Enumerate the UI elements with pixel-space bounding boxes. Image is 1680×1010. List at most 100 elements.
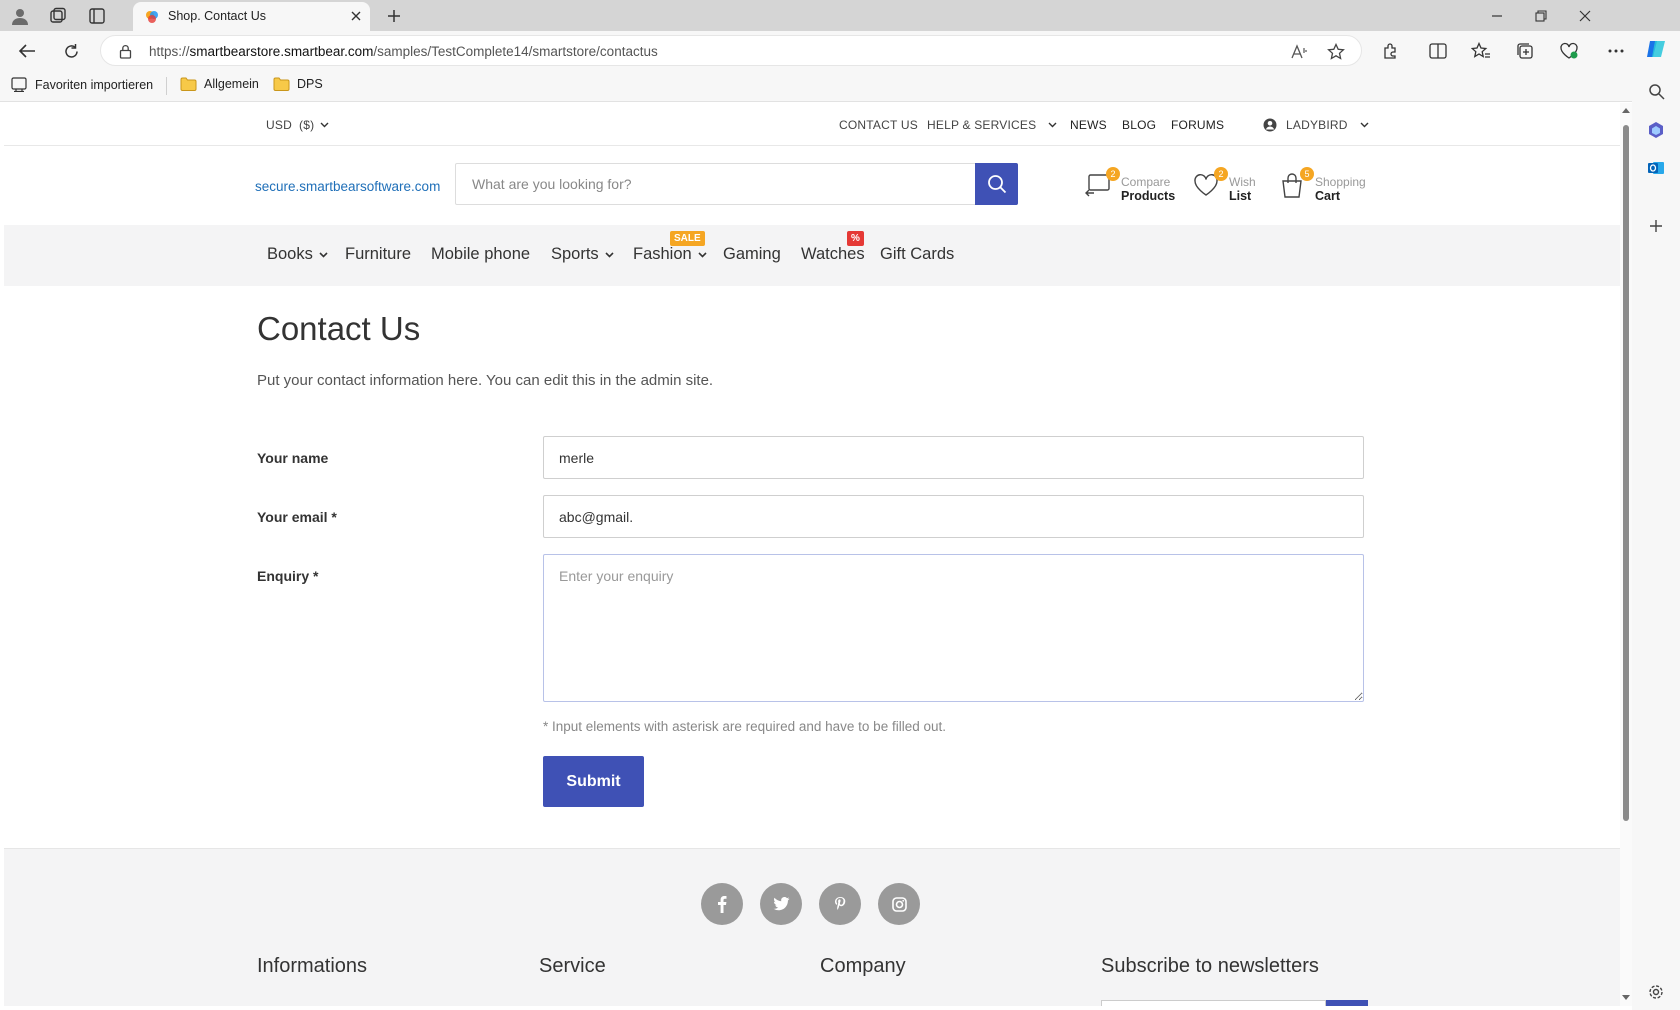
newsletter-subscribe-button[interactable]: [1326, 1000, 1368, 1006]
extensions-icon[interactable]: [1379, 39, 1403, 63]
pinterest-link[interactable]: [819, 883, 861, 925]
blog-label: BLOG: [1122, 118, 1157, 132]
page-title: Contact Us: [257, 310, 421, 347]
enquiry-field[interactable]: [543, 554, 1364, 702]
site-logo[interactable]: secure.smartbearsoftware.com: [255, 179, 440, 194]
email-field[interactable]: [543, 495, 1364, 538]
url-text[interactable]: https://smartbearstore.smartbear.com/sam…: [149, 44, 658, 59]
forums-link[interactable]: FORUMS: [1171, 118, 1224, 132]
scroll-up-icon[interactable]: [1622, 107, 1630, 113]
bookmark-folder-allgemein[interactable]: Allgemein: [180, 77, 259, 91]
news-label: NEWS: [1070, 118, 1107, 132]
wishlist-count-badge: 2: [1214, 167, 1228, 181]
favorites-icon[interactable]: [1469, 39, 1493, 63]
contact-section: Contact Us Put your contact information …: [4, 286, 1620, 849]
browser-essentials-icon[interactable]: [1557, 39, 1581, 63]
favorite-star-icon[interactable]: [1326, 42, 1346, 62]
forums-label: FORUMS: [1171, 118, 1225, 132]
category-watches[interactable]: Watches: [801, 245, 865, 264]
close-window-icon[interactable]: [1573, 4, 1597, 28]
search-input[interactable]: [456, 164, 975, 204]
add-sidebar-app-icon[interactable]: [1644, 214, 1668, 238]
category-nav: Books Furniture Mobile phone Sports SALE…: [4, 225, 1620, 286]
help-services-label: HELP & SERVICES: [927, 118, 1037, 132]
copilot-icon[interactable]: [1644, 37, 1668, 61]
contact-us-link[interactable]: CONTACT US: [839, 118, 918, 132]
scrollbar-thumb[interactable]: [1623, 125, 1629, 821]
split-screen-icon[interactable]: [1426, 39, 1450, 63]
workspaces-icon[interactable]: [47, 5, 69, 27]
cart-label-bottom: Cart: [1315, 189, 1341, 203]
category-gaming[interactable]: Gaming: [723, 245, 781, 264]
category-label: Gaming: [723, 245, 781, 263]
bookmark-folder-dps[interactable]: DPS: [273, 77, 323, 91]
submit-button[interactable]: Submit: [543, 756, 644, 807]
blog-link[interactable]: BLOG: [1122, 118, 1156, 132]
profile-icon[interactable]: [9, 5, 31, 27]
category-label: Mobile phone: [431, 245, 531, 263]
chevron-down-icon: [605, 251, 614, 258]
read-aloud-icon[interactable]: [1289, 42, 1309, 62]
scroll-down-icon[interactable]: [1622, 995, 1630, 1001]
account-menu[interactable]: LADYBIRD: [1263, 118, 1369, 132]
minimize-icon[interactable]: [1485, 4, 1509, 28]
active-tab[interactable]: Shop. Contact Us: [133, 2, 370, 31]
tab-actions-icon[interactable]: [86, 5, 108, 27]
smartstore-favicon: [145, 10, 159, 24]
category-mobile-phone[interactable]: Mobile phone: [431, 245, 530, 264]
lock-icon[interactable]: [119, 44, 132, 59]
bookmark-import-favorites[interactable]: Favoriten importieren: [11, 77, 153, 92]
category-fashion[interactable]: Fashion: [633, 245, 707, 264]
edge-sidebar: [1632, 31, 1680, 1010]
close-tab-icon[interactable]: [348, 8, 364, 24]
category-furniture[interactable]: Furniture: [345, 245, 411, 264]
shopping-cart-button[interactable]: 5 Shopping Cart: [1279, 167, 1374, 203]
discount-badge: %: [847, 231, 864, 246]
facebook-link[interactable]: [701, 883, 743, 925]
category-books[interactable]: Books: [267, 245, 328, 264]
outlook-icon[interactable]: [1644, 156, 1668, 180]
page-scrollbar[interactable]: [1620, 103, 1632, 1006]
category-gift-cards[interactable]: Gift Cards: [880, 245, 954, 264]
back-arrow-icon[interactable]: [15, 39, 39, 63]
facebook-icon: [718, 896, 727, 913]
restore-icon[interactable]: [1529, 4, 1553, 28]
bookmark-label: Favoriten importieren: [35, 77, 154, 92]
compare-label-bottom: Products: [1121, 189, 1176, 203]
category-label: Watches: [801, 245, 865, 263]
more-options-icon[interactable]: [1604, 39, 1628, 63]
newsletter-email-input[interactable]: [1101, 1000, 1326, 1006]
category-label: Books: [267, 245, 313, 263]
pinterest-icon: [835, 897, 846, 910]
name-label: Your name: [257, 450, 329, 466]
news-link[interactable]: NEWS: [1070, 118, 1107, 132]
bookmarks-bar: Favoriten importieren Allgemein DPS: [0, 69, 1632, 102]
wishlist-button[interactable]: 2 Wish List: [1193, 167, 1259, 203]
category-sports[interactable]: Sports: [551, 245, 614, 264]
bookmark-label: DPS: [297, 77, 323, 91]
currency-selector[interactable]: USD ($): [266, 118, 329, 132]
bookmark-separator: [166, 77, 167, 95]
address-bar[interactable]: https://smartbearstore.smartbear.com/sam…: [100, 35, 1362, 66]
refresh-icon[interactable]: [59, 39, 83, 63]
twitter-link[interactable]: [760, 883, 802, 925]
wishlist-label-bottom: List: [1229, 189, 1252, 203]
chevron-down-icon: [320, 122, 329, 128]
compare-products-button[interactable]: 2 Compare Products: [1085, 167, 1175, 203]
cart-count-badge: 5: [1300, 167, 1314, 181]
sidebar-search-icon[interactable]: [1644, 79, 1668, 103]
name-field[interactable]: [543, 436, 1364, 479]
instagram-link[interactable]: [878, 883, 920, 925]
enquiry-label: Enquiry *: [257, 568, 319, 584]
instagram-icon: [891, 896, 907, 912]
help-services-menu[interactable]: HELP & SERVICES: [927, 118, 1057, 132]
intro-text: Put your contact information here. You c…: [257, 372, 714, 389]
collections-icon[interactable]: [1513, 39, 1537, 63]
microsoft-365-icon[interactable]: [1644, 118, 1668, 142]
folder-icon: [273, 77, 290, 91]
chevron-down-icon: [1360, 122, 1369, 128]
new-tab-icon[interactable]: [383, 5, 405, 27]
search-button[interactable]: [975, 163, 1018, 205]
import-favorites-icon: [11, 77, 27, 92]
sidebar-settings-icon[interactable]: [1644, 980, 1668, 1004]
